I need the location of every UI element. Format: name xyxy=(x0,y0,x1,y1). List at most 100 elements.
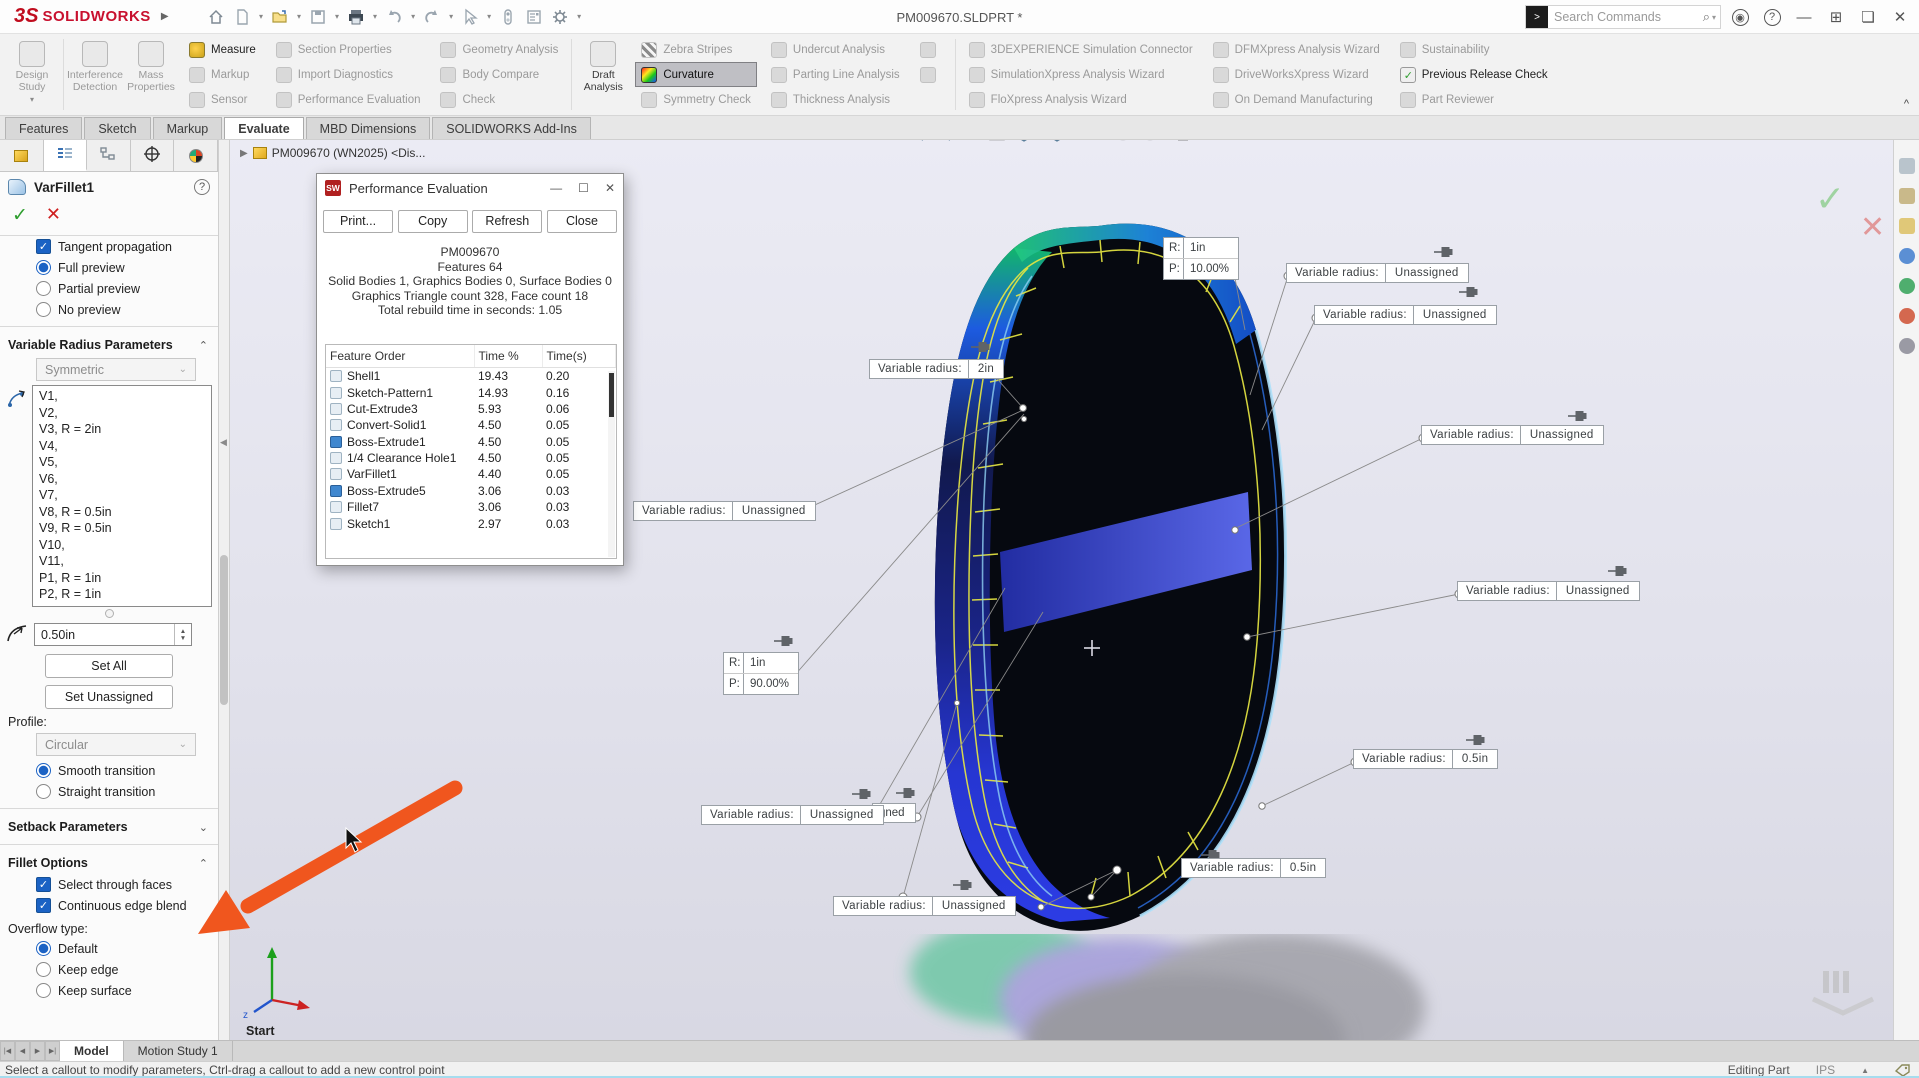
list-item[interactable]: V1, xyxy=(39,388,205,405)
ribbon-button-interference-detection[interactable]: Interference Detection xyxy=(67,37,123,112)
radio-keep-surface[interactable]: Keep surface xyxy=(0,980,218,1001)
radio-keep-edge[interactable]: Keep edge xyxy=(0,959,218,980)
ribbon-button-body-compare[interactable]: Body Compare xyxy=(434,62,564,87)
quick-access-print-button[interactable] xyxy=(344,6,368,28)
variable-radius-callout[interactable]: Variable radius:Unassigned xyxy=(833,896,1016,916)
radius-value-input[interactable]: 0.50in ▲▼ xyxy=(34,623,192,646)
tab-scroll-last-button[interactable]: ▶| xyxy=(45,1041,60,1061)
restore-pane-button[interactable]: ⊞ xyxy=(1823,4,1849,30)
dialog-minimize-icon[interactable]: — xyxy=(550,181,562,195)
panel-tab-propertymanager[interactable] xyxy=(44,140,88,171)
dialog-close-icon[interactable]: ✕ xyxy=(605,181,615,195)
pin-icon[interactable] xyxy=(971,343,989,352)
section-view-button[interactable] xyxy=(986,140,1008,149)
chevron-down-icon[interactable]: ▾ xyxy=(259,12,263,21)
ribbon-button-part-reviewer[interactable]: Part Reviewer xyxy=(1394,87,1554,112)
list-item[interactable]: P1, R = 1in xyxy=(39,570,205,587)
list-resize-handle[interactable] xyxy=(105,609,114,618)
quick-access-undo-button[interactable] xyxy=(382,6,406,28)
ribbon-button-3dexperience-simulation-connector[interactable]: 3DEXPERIENCE Simulation Connector xyxy=(963,37,1199,62)
panel-tab-configurationmanager[interactable] xyxy=(87,140,131,171)
help-button[interactable]: ? xyxy=(1759,4,1785,30)
panel-tab-displaymanager[interactable] xyxy=(174,140,218,171)
tab-features[interactable]: Features xyxy=(5,117,82,139)
table-row[interactable]: 1/4 Clearance Hole14.500.05 xyxy=(326,450,616,466)
variable-radius-callout[interactable]: Variable radius:0.5in xyxy=(1353,749,1498,769)
callout-value[interactable]: Unassigned xyxy=(801,806,883,824)
continuous-edge-blend-checkbox[interactable]: ✓ Continuous edge blend xyxy=(0,895,218,916)
pin-icon[interactable] xyxy=(1466,736,1484,745)
pin-icon[interactable] xyxy=(1568,412,1586,421)
scrollbar-thumb[interactable] xyxy=(220,555,228,705)
expand-arrow-icon[interactable]: ▶ xyxy=(240,148,248,159)
tab-evaluate[interactable]: Evaluate xyxy=(224,117,303,139)
table-row[interactable]: Cut-Extrude35.930.06 xyxy=(326,401,616,417)
column-time-s[interactable]: Time(s) xyxy=(542,345,616,368)
variable-radius-callout[interactable]: Variable radius:Unassigned xyxy=(1421,425,1604,445)
callout-value[interactable]: 2in xyxy=(969,360,1003,378)
symmetric-dropdown[interactable]: Symmetric ⌄ xyxy=(36,358,196,381)
ok-button[interactable]: ✓ xyxy=(12,204,28,227)
custom-properties-icon[interactable] xyxy=(1899,308,1915,324)
tab-markup[interactable]: Markup xyxy=(153,117,223,139)
list-item[interactable]: V5, xyxy=(39,454,205,471)
view-orientation-button[interactable]: ▾ xyxy=(1013,140,1041,149)
close-button[interactable]: ✕ xyxy=(1887,4,1913,30)
pin-icon[interactable] xyxy=(774,637,792,646)
callout-value[interactable]: 10.00% xyxy=(1184,259,1229,279)
pin-icon[interactable] xyxy=(1608,567,1626,576)
panel-scrollbar[interactable] xyxy=(219,140,230,1040)
units-selector[interactable]: IPS xyxy=(1816,1063,1835,1077)
ribbon-button-check[interactable]: Check xyxy=(434,87,564,112)
quick-access-open-button[interactable] xyxy=(268,6,292,28)
ribbon-button-sensor[interactable]: Sensor xyxy=(183,87,262,112)
ribbon-button-curvature[interactable]: Curvature xyxy=(635,62,757,87)
file-explorer-icon[interactable] xyxy=(1899,218,1915,234)
table-scrollbar[interactable] xyxy=(608,371,615,557)
ribbon-button-on-demand-manufacturing[interactable]: On Demand Manufacturing xyxy=(1207,87,1386,112)
ribbon-button-performance-evaluation[interactable]: Performance Evaluation xyxy=(270,87,427,112)
feature-statistics-table[interactable]: Feature Order Time % Time(s) Shell119.43… xyxy=(325,344,617,559)
list-item[interactable]: V3, R = 2in xyxy=(39,421,205,438)
list-item[interactable]: V10, xyxy=(39,537,205,554)
table-row[interactable]: Sketch12.970.03 xyxy=(326,515,616,531)
edit-appearance-button[interactable] xyxy=(1112,140,1134,149)
tab-scroll-next-button[interactable]: ▶ xyxy=(30,1041,45,1061)
user-account-button[interactable]: ◉ xyxy=(1727,4,1753,30)
spinner-stepper[interactable]: ▲▼ xyxy=(174,624,191,645)
tab-sketch[interactable]: Sketch xyxy=(84,117,150,139)
callout-value[interactable]: Unassigned xyxy=(1521,426,1603,444)
radius-position-callout[interactable]: R:1inP:90.00% xyxy=(723,652,799,695)
search-caret-icon[interactable]: ▾ xyxy=(1712,13,1716,22)
variable-radius-callout[interactable]: Variable radius:Unassigned xyxy=(633,501,816,521)
chevron-down-icon[interactable]: ▾ xyxy=(335,12,339,21)
quick-access-save-button[interactable] xyxy=(306,6,330,28)
set-unassigned-button[interactable]: Set Unassigned xyxy=(45,685,173,709)
design-library-icon[interactable] xyxy=(1899,188,1915,204)
table-row[interactable]: Boss-Extrude14.500.05 xyxy=(326,434,616,450)
callout-value[interactable]: Unassigned xyxy=(1557,582,1639,600)
tab-mbd-dimensions[interactable]: MBD Dimensions xyxy=(306,117,431,139)
ribbon-collapse-icon[interactable]: ^ xyxy=(1904,98,1909,110)
quick-access-redo-button[interactable] xyxy=(420,6,444,28)
quick-access-new-document-button[interactable] xyxy=(230,6,254,28)
select-through-faces-checkbox[interactable]: ✓ Select through faces xyxy=(0,874,218,895)
variable-radius-callout[interactable]: Variable radius:Unassigned xyxy=(1286,263,1469,283)
column-time-pct[interactable]: Time % xyxy=(474,345,542,368)
tab-solidworks-add-ins[interactable]: SOLIDWORKS Add-Ins xyxy=(432,117,591,139)
chevron-down-icon[interactable]: ▾ xyxy=(487,12,491,21)
panel-tab-dimxpert[interactable] xyxy=(131,140,175,171)
ribbon-button-xpress-tools-icon[interactable] xyxy=(914,62,948,87)
variable-radius-callout[interactable]: Variable radius:2in xyxy=(869,359,1004,379)
set-all-button[interactable]: Set All xyxy=(45,654,173,678)
radio-smooth-transition[interactable]: Smooth transition xyxy=(0,760,218,781)
ribbon-button-section-properties[interactable]: Section Properties xyxy=(270,37,427,62)
pin-icon[interactable] xyxy=(1434,248,1452,257)
ribbon-button-mass-properties[interactable]: Mass Properties xyxy=(123,37,179,112)
callout-value[interactable]: Unassigned xyxy=(1414,306,1496,324)
setback-parameters-section[interactable]: Setback Parameters ⌄ xyxy=(0,815,218,838)
restore-window-button[interactable]: ❏ xyxy=(1855,4,1881,30)
view-settings-button[interactable]: ▾ xyxy=(1172,140,1200,149)
tab-scroll-prev-button[interactable]: ◀ xyxy=(15,1041,30,1061)
ribbon-button-driveworksxpress-wizard[interactable]: DriveWorksXpress Wizard xyxy=(1207,62,1386,87)
